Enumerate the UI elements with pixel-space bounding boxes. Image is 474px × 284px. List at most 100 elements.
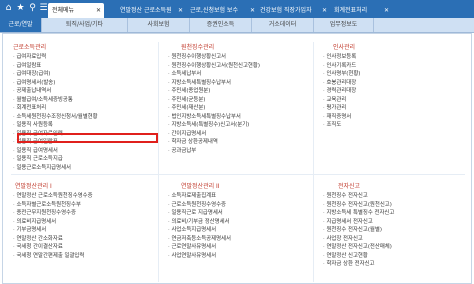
yearend2-menu-list: 소득자료제출집계표 근로소득원천징수영수증 일용직근로 지급명세서 의료비/기부… bbox=[168, 192, 231, 260]
menu-item[interactable]: 인사정보등록 bbox=[323, 53, 360, 62]
tab-label: 근로,신청보험 보수 bbox=[190, 7, 238, 14]
tab-retire-business[interactable]: 퇴직/사업/기타 bbox=[42, 18, 128, 32]
tab-all-menu[interactable]: 전체메뉴 ✕ bbox=[48, 3, 104, 18]
tab-label: 전체메뉴 bbox=[52, 7, 75, 14]
menu-item[interactable]: 공제출납내역서 bbox=[13, 87, 98, 96]
menu-item[interactable]: 국세청 간이결산자료 bbox=[13, 243, 93, 252]
section-title-efile: 전자신고 bbox=[338, 183, 361, 190]
menu-item[interactable]: 재직증명서 bbox=[323, 113, 360, 122]
menu-item[interactable]: 의료비지급명세서 bbox=[13, 218, 93, 227]
menu-item[interactable]: 교육관리 bbox=[323, 96, 360, 105]
menu-item[interactable]: 급여일람표 bbox=[13, 62, 98, 71]
menu-item[interactable]: 호봉관리대장 bbox=[323, 79, 360, 88]
menu-content: 근로소득관리 급여자료입력 급여일람표 급여대장(급여) 급여명세서(발송) 공… bbox=[2, 33, 472, 284]
close-icon[interactable]: ✕ bbox=[178, 3, 183, 18]
menu-item[interactable]: 연말정산 전자신고(전산매체) bbox=[323, 243, 394, 252]
menu-item[interactable]: 월별급여/소득세증빙공통 bbox=[13, 96, 98, 105]
labor-menu-list: 급여자료입력 급여일람표 급여대장(급여) 급여명세서(발송) 공제출납내역서 … bbox=[13, 53, 98, 173]
menu-item[interactable]: 조직도 bbox=[323, 121, 360, 130]
tab-accounting-slip[interactable]: 회계전표처리 ✕ bbox=[334, 3, 389, 18]
selection-highlight bbox=[17, 133, 158, 143]
menu-item[interactable]: 소득세납부서 bbox=[168, 70, 260, 79]
home-icon[interactable]: ⌂ bbox=[3, 3, 14, 14]
section-title-labor: 근로소득관리 bbox=[13, 44, 47, 51]
tab-securities-income[interactable]: 증권인소득 bbox=[190, 18, 252, 32]
close-icon[interactable]: ✕ bbox=[322, 3, 327, 18]
menu-item[interactable]: 법인지방소득세특별징수납부서 bbox=[168, 113, 260, 122]
menu-item[interactable]: 원천징수이행상황신고서(원천신고현황) bbox=[168, 62, 260, 71]
efile-menu-list: 원천징수 전자신고 원천징수 전자신고(원천신고) 지방소득세 특별징수 전자신… bbox=[323, 192, 394, 269]
withholding-menu-list: 원천징수이행상황신고서 원천징수이행상황신고서(원천신고현황) 소득세납부서 지… bbox=[168, 53, 260, 155]
tab-health-insurance[interactable]: 건강보험 직장가입자 ✕ bbox=[260, 3, 327, 18]
close-icon[interactable]: ✕ bbox=[250, 3, 255, 18]
menu-item[interactable]: 일용직 급여명세서 bbox=[13, 147, 98, 156]
menu-item[interactable]: 일용직 근로소득지급 bbox=[13, 155, 98, 164]
category-menu-bar: 근로/연말 퇴직/사업/기타 사회보험 증권인소득 거소데이터 업무정보도 bbox=[0, 18, 474, 33]
menu-item[interactable]: 연금저축등소득공제명세서 bbox=[168, 235, 231, 244]
tab-labor-yearend[interactable]: 근로/연말 bbox=[0, 18, 42, 32]
tab-yearend-earned[interactable]: 연말정산 근로소득원 ✕ bbox=[120, 3, 183, 18]
top-tab-bar: ⌂ ★ ⚲ ☰ 전체메뉴 ✕ 연말정산 근로소득원 ✕ 근로,신청보험 보수 ✕… bbox=[0, 0, 474, 18]
close-icon[interactable]: ✕ bbox=[96, 3, 101, 18]
menu-item[interactable]: 연말정산 근로소득원천징수영수증 bbox=[13, 192, 92, 201]
menu-item[interactable]: 연말정산 신고현황 bbox=[323, 252, 394, 261]
star-icon[interactable]: ★ bbox=[15, 3, 26, 14]
tab-label: 건강보험 직장가입자 bbox=[260, 7, 312, 14]
divider bbox=[158, 42, 159, 282]
menu-item[interactable]: 학자금 상환 전자신고 bbox=[323, 260, 394, 269]
menu-item[interactable]: 사업장 전자신고 bbox=[323, 235, 394, 244]
menu-item[interactable]: 급여대장(급여) bbox=[13, 70, 98, 79]
hr-menu-list: 인사정보등록 인사기록카드 인사명부(현황) 호봉관리대장 경력관리대장 교육관… bbox=[323, 53, 360, 130]
menu-item[interactable]: 간이지급명세서 bbox=[168, 130, 260, 139]
menu-item[interactable]: 사업연말사유명세서 bbox=[168, 252, 231, 261]
menu-item[interactable]: 원천징수 전자신고 bbox=[323, 192, 394, 201]
section-title-yearend: 연말정산관리 I bbox=[15, 183, 52, 190]
menu-item[interactable]: 소득세원천징수조정신청서/월별현황 bbox=[13, 113, 97, 122]
menu-item[interactable]: 주민세(균등분) bbox=[168, 96, 260, 105]
menu-item[interactable]: 일용직근로 지급명세서 bbox=[168, 209, 231, 218]
menu-item[interactable]: 원천징수이행상황신고서 bbox=[168, 53, 260, 62]
menu-item[interactable]: 주민세(종업원분) bbox=[168, 87, 260, 96]
section-title-yearend2: 연말정산관리 II bbox=[181, 183, 220, 190]
tab-label: 연말정산 근로소득원 bbox=[120, 7, 172, 14]
menu-item[interactable]: 근로소득원천징수영수증 bbox=[168, 201, 231, 210]
menu-item[interactable]: 평가관리 bbox=[323, 104, 360, 113]
search-icon[interactable]: ⚲ bbox=[27, 3, 38, 14]
tab-social-insurance[interactable]: 사회보험 bbox=[128, 18, 190, 32]
menu-item[interactable]: 사업소득지급명세서 bbox=[168, 226, 231, 235]
menu-item-accounting-slip[interactable]: 회계전표처리 bbox=[13, 104, 98, 113]
tab-label: 회계전표처리 bbox=[334, 7, 368, 14]
menu-item[interactable]: 지방소득세(특별징수)신고서(분기) bbox=[168, 121, 260, 130]
menu-item[interactable]: 공과금납부 bbox=[168, 147, 260, 156]
section-title-withholding: 원천징수관리 bbox=[181, 44, 215, 51]
menu-item[interactable]: 종전근무지원천징수영수증 bbox=[13, 209, 93, 218]
menu-item[interactable]: 근로연말사유명세서 bbox=[168, 243, 231, 252]
menu-item[interactable]: 주민세(재산분) bbox=[168, 104, 260, 113]
menu-item[interactable]: 지방소득세 특별징수 전자신고 bbox=[323, 209, 394, 218]
yearend-menu-list: 연말정산 근로소득원천징수영수증 소득자별근로소득원천징수부 종전근무지원천징수… bbox=[13, 192, 93, 261]
divider bbox=[313, 42, 314, 282]
menu-item[interactable]: 원천징수 전자신고(월별) bbox=[323, 226, 394, 235]
menu-item[interactable]: 원천징수 전자신고(원천신고) bbox=[323, 201, 394, 210]
menu-item[interactable]: 지방소득세특별징수납부서 bbox=[168, 79, 260, 88]
close-icon[interactable]: ✕ bbox=[384, 3, 389, 18]
menu-item[interactable]: 학자금 상환공제내역 bbox=[168, 138, 260, 147]
tab-business-info[interactable]: 업무정보도 bbox=[314, 18, 374, 32]
menu-item[interactable]: 일용직 사원등록 bbox=[13, 121, 98, 130]
menu-item[interactable]: 소득자별근로소득원천징수부 bbox=[13, 201, 93, 210]
menu-item[interactable]: 국세청 연말간편제출 일괄입력 bbox=[13, 252, 93, 261]
divider bbox=[11, 174, 465, 175]
menu-item[interactable]: 지급명세서 전자신고 bbox=[323, 218, 394, 227]
tab-data[interactable]: 거소데이터 bbox=[252, 18, 314, 32]
menu-item[interactable]: 급여명세서(발송) bbox=[13, 79, 98, 88]
menu-item[interactable]: 인사명부(현황) bbox=[323, 70, 360, 79]
menu-item[interactable]: 기부금명세서 bbox=[13, 226, 93, 235]
menu-item[interactable]: 의료비/기부금 정산명세서 bbox=[168, 218, 231, 227]
menu-item[interactable]: 인사기록카드 bbox=[323, 62, 360, 71]
menu-item[interactable]: 급여자료입력 bbox=[13, 53, 98, 62]
menu-item[interactable]: 소득자료제출집계표 bbox=[168, 192, 231, 201]
menu-item[interactable]: 일용근로소득지급명세서 bbox=[13, 164, 98, 173]
tab-labor-insurance[interactable]: 근로,신청보험 보수 ✕ bbox=[190, 3, 255, 18]
menu-item[interactable]: 경력관리대장 bbox=[323, 87, 360, 96]
menu-item[interactable]: 연말정산 간소화자료 bbox=[13, 235, 93, 244]
